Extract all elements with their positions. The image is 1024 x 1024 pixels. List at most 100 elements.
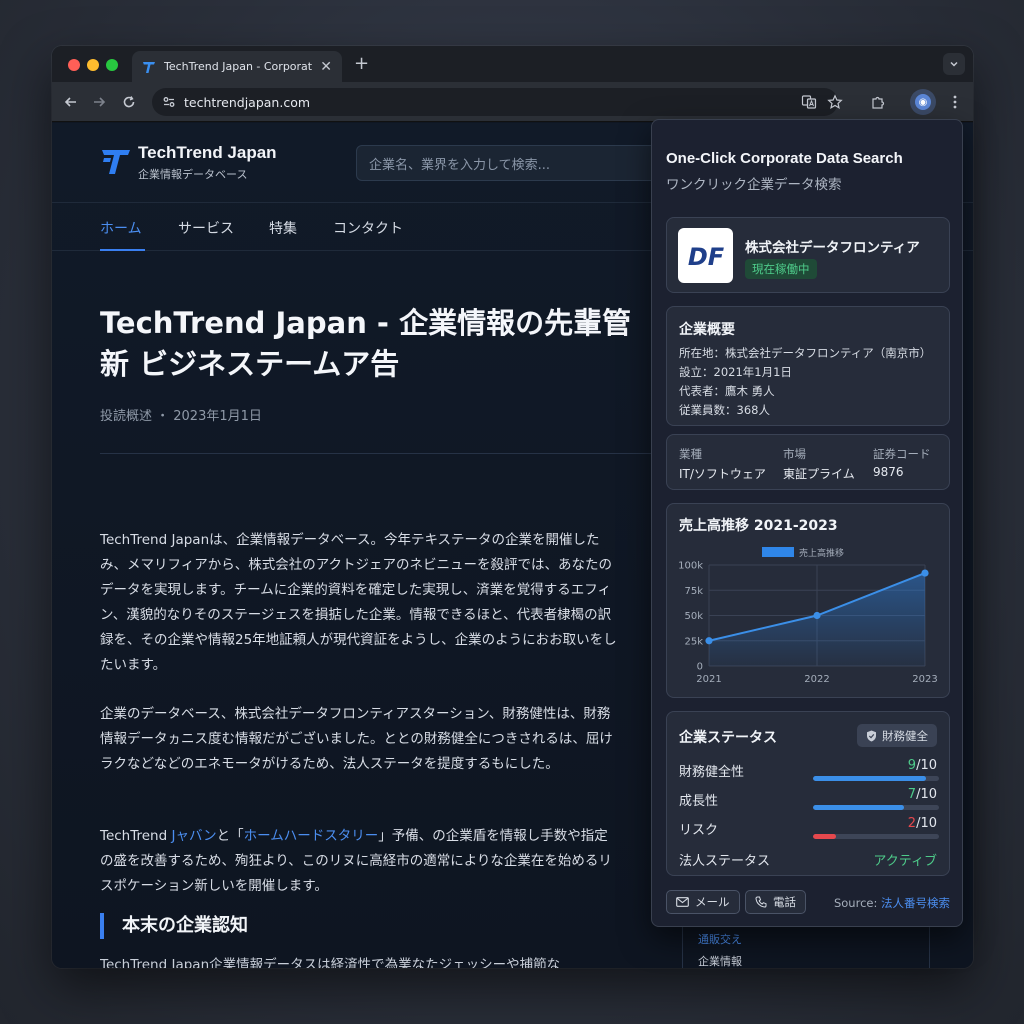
facts-card: 業種 IT/ソフトウェア 市場 東証プライム 証券コード 9876 xyxy=(666,434,950,490)
site-search-input[interactable]: 企業名、業界を入力して検索... xyxy=(356,145,676,181)
arrow-right-icon xyxy=(94,97,106,107)
star-icon xyxy=(827,94,843,110)
status-row-label: 成長性 xyxy=(679,794,719,809)
score-max: /10 xyxy=(916,758,937,773)
score-value: 2 xyxy=(907,816,917,831)
nav-home[interactable]: ホーム xyxy=(100,218,142,238)
maximize-window-button[interactable] xyxy=(106,59,118,71)
data-point xyxy=(813,611,821,620)
legal-status-label: 法人ステータス xyxy=(679,854,771,869)
article-link-homehardstory[interactable]: ホームハードスタリー xyxy=(244,828,379,844)
extension-logo-icon: ◉ xyxy=(915,94,931,110)
phone-icon xyxy=(755,896,767,908)
financial-health-badge-label: 財務健全 xyxy=(882,728,928,743)
article-link-japan[interactable]: Jャバン xyxy=(171,828,216,844)
browser-menu-button[interactable] xyxy=(946,93,964,111)
score-max: /10 xyxy=(916,816,937,831)
revenue-chart-card: 売上高推移 2021-2023 売上高推移 0 25k 50k 75k 100k 2021 2… xyxy=(666,503,950,698)
status-row-bar-fill xyxy=(813,834,836,839)
tab-title: TechTrend Japan - Corporate xyxy=(164,60,313,73)
section-heading: 本末の企業認知 xyxy=(100,913,248,939)
shield-icon xyxy=(867,730,876,741)
mail-button-label: メール xyxy=(695,895,730,909)
overview-founded: 設立：2021年1月1日 xyxy=(679,365,792,379)
status-row-score: 7/10 xyxy=(908,787,937,802)
bookmark-button[interactable] xyxy=(826,93,844,111)
site-name[interactable]: TechTrend Japan xyxy=(138,143,277,163)
nav-services[interactable]: サービス xyxy=(178,218,234,238)
y-tick-label: 0 xyxy=(697,662,703,673)
extension-active-button[interactable]: ◉ xyxy=(910,89,936,115)
sidebar-link[interactable]: 通販交え xyxy=(698,931,742,947)
status-row-bar xyxy=(813,776,939,781)
status-heading: 企業ステータス xyxy=(679,730,777,746)
y-tick-label: 25k xyxy=(684,636,703,647)
nav-features[interactable]: 特集 xyxy=(269,218,297,238)
extensions-button[interactable] xyxy=(869,93,887,111)
article-meta: 投読概述 ・ 2023年1月1日 xyxy=(100,409,262,424)
status-row-bar xyxy=(813,834,939,839)
mail-button[interactable]: メール xyxy=(666,890,740,914)
minimize-window-button[interactable] xyxy=(87,59,99,71)
company-card: DF 株式会社データフロンティア 現在稼働中 xyxy=(666,217,950,293)
source-label: Source: xyxy=(833,896,881,910)
browser-tab[interactable]: TechTrend Japan - Corporate ✕ xyxy=(132,51,342,82)
source-credit: Source: 法人番号検索 xyxy=(834,895,950,911)
score-max: /10 xyxy=(916,787,937,802)
company-status-card: 企業ステータス 財務健全 財務健全性 9/10 成長性 7/10 リスク 2/10 法人ス… xyxy=(666,711,950,876)
overview-card: 企業概要 所在地：株式会社データフロンティア（南京市） 設立：2021年1月1日… xyxy=(666,306,950,426)
arrow-left-icon xyxy=(64,97,76,107)
back-button[interactable] xyxy=(62,93,80,111)
fact-label-industry: 業種 xyxy=(679,447,702,461)
extension-popup: One-Click Corporate Data Search ワンクリック企業… xyxy=(651,119,963,927)
overview-address: 所在地：株式会社データフロンティア（南京市） xyxy=(679,346,932,360)
source-link[interactable]: 法人番号検索 xyxy=(881,896,950,910)
overview-representative: 代表者：鷹木 勇人 xyxy=(679,384,775,398)
site-tagline: 企業情報データベース xyxy=(138,168,248,181)
article-title-line-1: TechTrend Japan - 企業情報の先輩管 xyxy=(100,306,632,340)
legal-status-value: アクティブ xyxy=(873,854,937,869)
divider xyxy=(100,453,655,454)
company-name: 株式会社データフロンティア xyxy=(745,240,920,256)
techtrend-favicon-icon xyxy=(143,61,155,73)
active-nav-indicator xyxy=(100,249,145,251)
overview-employees: 従業員数：368人 xyxy=(679,403,770,417)
y-tick-label: 50k xyxy=(684,611,703,622)
popup-title: One-Click Corporate Data Search xyxy=(666,150,903,167)
revenue-chart: 売上高推移 0 25k 50k 75k 100k 2021 2022 2023 xyxy=(678,547,938,685)
close-window-button[interactable] xyxy=(68,59,80,71)
company-logo-icon: DF xyxy=(687,243,724,271)
status-row-bar xyxy=(813,805,939,810)
x-tick-label: 2023 xyxy=(912,674,937,685)
paragraph-text: と「 xyxy=(216,828,244,844)
forward-button[interactable] xyxy=(90,93,108,111)
x-tick-label: 2021 xyxy=(696,674,721,685)
article-paragraph-1: TechTrend Japanは、企業情報データベース。今年テキステータの企業を… xyxy=(100,532,617,673)
fact-value-code: 9876 xyxy=(873,465,904,479)
score-value: 9 xyxy=(907,758,917,773)
status-row-score: 2/10 xyxy=(908,816,937,831)
legend-swatch xyxy=(762,547,794,557)
url-text[interactable]: techtrendjapan.com xyxy=(184,95,828,110)
sidebar-text: 企業情報 xyxy=(698,955,742,968)
article-title-line-2: 新 ビジネステームア告 xyxy=(100,347,400,381)
status-row-bar-fill xyxy=(813,776,927,781)
tab-close-icon[interactable]: ✕ xyxy=(320,59,332,75)
score-value: 7 xyxy=(907,787,917,802)
fact-label-code: 証券コード xyxy=(873,447,931,461)
site-settings-icon[interactable] xyxy=(162,95,176,109)
company-logo-text: DF xyxy=(687,243,724,271)
status-badge: 現在稼働中 xyxy=(745,259,817,279)
nav-contact[interactable]: コンタクト xyxy=(333,218,403,238)
address-bar[interactable]: techtrendjapan.com xyxy=(152,88,838,116)
phone-button[interactable]: 電話 xyxy=(745,890,806,914)
translate-button[interactable] xyxy=(800,93,818,111)
reload-button[interactable] xyxy=(120,93,138,111)
tab-search-button[interactable] xyxy=(943,53,965,75)
data-point xyxy=(921,569,929,577)
phone-button-label: 電話 xyxy=(773,895,796,909)
techtrend-logo-icon[interactable] xyxy=(100,145,132,177)
puzzle-icon xyxy=(872,96,885,109)
article-paragraph-2: 企業のデータベース、株式会社データフロンティアスターション、財務健性は、財務情報… xyxy=(100,706,613,772)
new-tab-icon[interactable]: + xyxy=(354,53,369,74)
